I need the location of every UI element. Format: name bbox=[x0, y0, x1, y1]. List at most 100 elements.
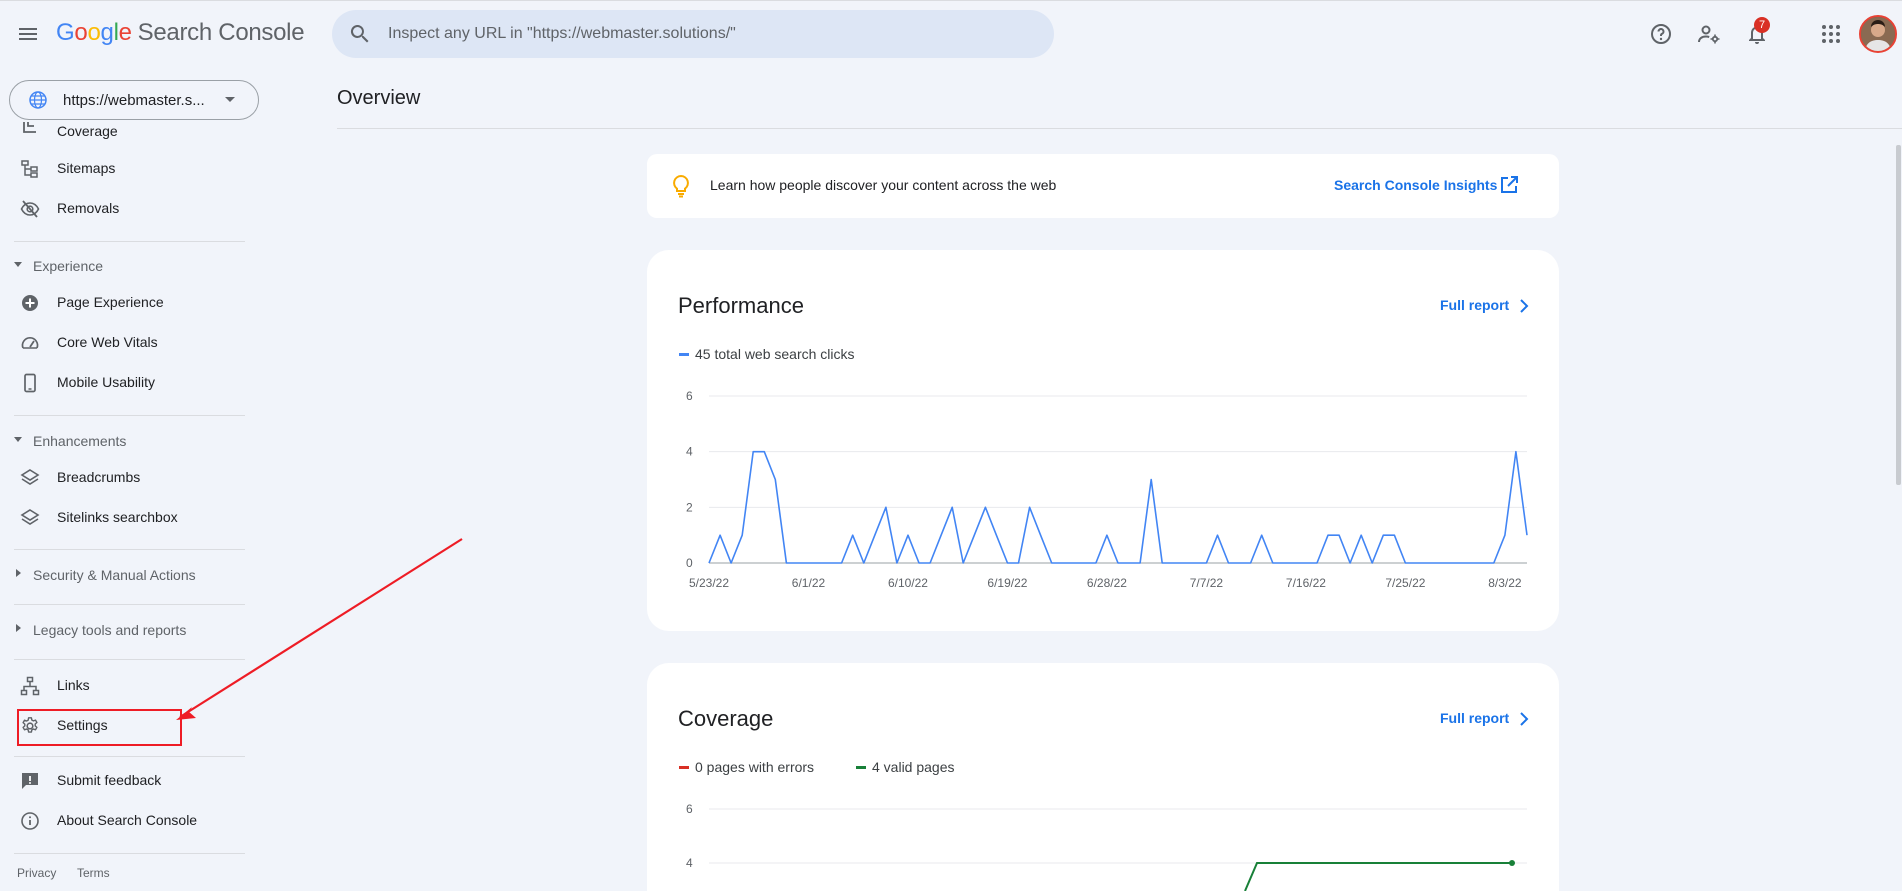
sidebar-item-mobile-usability[interactable]: Mobile Usability bbox=[0, 365, 245, 401]
sidebar-divider bbox=[14, 604, 245, 605]
logo-letter: o bbox=[87, 19, 101, 46]
section-security-manual-actions[interactable]: Security & Manual Actions bbox=[0, 560, 245, 590]
removals-icon bbox=[20, 200, 40, 218]
layers-icon bbox=[20, 509, 40, 525]
x-tick-label: 6/1/22 bbox=[792, 576, 826, 590]
lightbulb-icon bbox=[673, 174, 689, 198]
sidebar-item-label: Removals bbox=[57, 200, 120, 216]
y-tick-label: 2 bbox=[686, 500, 693, 514]
google-wordmark: Google bbox=[56, 19, 132, 46]
section-label: Security & Manual Actions bbox=[33, 567, 196, 583]
url-inspection-input[interactable] bbox=[388, 10, 1028, 58]
collapse-caret-icon bbox=[14, 437, 22, 442]
sidebar-divider bbox=[14, 659, 245, 660]
insights-banner: Learn how people discover your content a… bbox=[647, 154, 1559, 218]
collapse-caret-icon bbox=[14, 262, 22, 267]
section-label: Experience bbox=[33, 258, 104, 274]
sidebar-item-submit-feedback[interactable]: Submit feedback bbox=[0, 763, 245, 799]
url-inspection-search[interactable] bbox=[332, 10, 1054, 58]
x-tick-label: 6/10/22 bbox=[888, 576, 928, 590]
page-scrollbar[interactable] bbox=[1896, 145, 1901, 485]
sidebar-item-page-experience[interactable]: Page Experience bbox=[0, 285, 245, 321]
sidebar-item-label: Submit feedback bbox=[57, 772, 162, 788]
sidebar-item-label: Core Web Vitals bbox=[57, 334, 158, 350]
x-tick-label: 7/7/22 bbox=[1190, 576, 1224, 590]
mobile-icon bbox=[24, 373, 36, 393]
account-avatar[interactable] bbox=[1859, 15, 1897, 53]
sidebar-item-label: Coverage bbox=[57, 123, 118, 139]
section-enhancements[interactable]: Enhancements bbox=[0, 426, 245, 456]
performance-chart: 0 2 4 6 5/23/22 6/1/22 6/10/22 6/19/22 6/28/22 7/… bbox=[686, 389, 1528, 590]
expand-caret-icon bbox=[16, 624, 21, 632]
valid-pages-series-line bbox=[1244, 862, 1512, 891]
sidebar-item-label: Breadcrumbs bbox=[57, 469, 141, 485]
sidebar-divider bbox=[14, 853, 245, 854]
x-tick-label: 6/28/22 bbox=[1087, 576, 1127, 590]
logo-letter: o bbox=[74, 19, 88, 46]
insights-message: Learn how people discover your content a… bbox=[710, 177, 1057, 193]
sidebar-divider bbox=[14, 415, 245, 416]
section-label: Enhancements bbox=[33, 433, 127, 449]
logo-letter: G bbox=[56, 19, 75, 46]
x-tick-label: 7/25/22 bbox=[1385, 576, 1425, 590]
sidebar-item-breadcrumbs[interactable]: Breadcrumbs bbox=[0, 460, 245, 496]
sidebar-item-links[interactable]: Links bbox=[0, 668, 245, 704]
sidebar-divider bbox=[14, 241, 245, 242]
sidebar-divider bbox=[14, 756, 245, 757]
search-console-insights-link[interactable]: Search Console Insights bbox=[1334, 177, 1497, 193]
sidebar-item-coverage[interactable]: Coverage bbox=[0, 122, 245, 142]
property-selector[interactable]: https://webmaster.s... bbox=[9, 80, 259, 120]
feedback-icon bbox=[22, 773, 38, 789]
search-console-logo[interactable]: Google Search Console bbox=[56, 19, 305, 47]
logo-letter: g bbox=[100, 19, 114, 46]
notifications-count-badge: 7 bbox=[1754, 17, 1770, 33]
performance-card: Performance Full report 45 total web sea… bbox=[647, 250, 1559, 631]
coverage-card: Coverage Full report 0 pages with errors… bbox=[647, 663, 1559, 891]
section-label: Legacy tools and reports bbox=[33, 622, 187, 638]
x-tick-label: 7/16/22 bbox=[1286, 576, 1326, 590]
sidebar-item-label: Page Experience bbox=[57, 294, 164, 310]
sidebar-divider bbox=[14, 549, 245, 550]
x-tick-label: 5/23/22 bbox=[689, 576, 729, 590]
sidebar-item-label: Links bbox=[57, 677, 90, 693]
sitemaps-icon bbox=[21, 160, 38, 178]
menu-icon[interactable] bbox=[16, 22, 40, 46]
privacy-link[interactable]: Privacy bbox=[17, 866, 56, 880]
links-icon bbox=[20, 676, 40, 696]
y-tick-label: 6 bbox=[686, 389, 693, 403]
coverage-icon bbox=[23, 122, 36, 133]
sidebar-item-label: Sitelinks searchbox bbox=[57, 509, 178, 525]
page-experience-icon bbox=[22, 295, 38, 311]
y-tick-label: 4 bbox=[686, 856, 693, 870]
logo-letter: e bbox=[118, 19, 132, 46]
sidebar-item-about[interactable]: About Search Console bbox=[0, 803, 245, 839]
apps-icon[interactable] bbox=[1819, 22, 1843, 46]
property-name: https://webmaster.s... bbox=[63, 92, 205, 109]
section-experience[interactable]: Experience bbox=[0, 251, 245, 281]
globe-icon bbox=[29, 91, 47, 109]
sidebar-item-label: Sitemaps bbox=[57, 160, 116, 176]
dropdown-caret-icon bbox=[225, 97, 235, 102]
top-app-bar: GoogleSearch Console 7 bbox=[0, 0, 1902, 66]
section-legacy-tools[interactable]: Legacy tools and reports bbox=[0, 615, 245, 645]
external-link-icon[interactable] bbox=[1500, 176, 1518, 194]
help-icon[interactable] bbox=[1649, 22, 1673, 46]
header-divider bbox=[337, 128, 1902, 129]
sidebar-item-label: About Search Console bbox=[57, 812, 198, 828]
manage-users-icon[interactable] bbox=[1697, 22, 1721, 46]
y-tick-label: 4 bbox=[686, 445, 693, 459]
annotation-highlight-box bbox=[17, 709, 182, 746]
valid-pages-point bbox=[1509, 860, 1515, 866]
sidebar-item-sitelinks-searchbox[interactable]: Sitelinks searchbox bbox=[0, 500, 245, 536]
layers-icon bbox=[20, 469, 40, 485]
sidebar-item-removals[interactable]: Removals bbox=[0, 191, 245, 227]
expand-caret-icon bbox=[16, 569, 21, 577]
sidebar-item-core-web-vitals[interactable]: Core Web Vitals bbox=[0, 325, 245, 361]
sidebar-item-sitemaps[interactable]: Sitemaps bbox=[0, 151, 245, 187]
terms-link[interactable]: Terms bbox=[77, 866, 110, 880]
search-icon[interactable] bbox=[348, 22, 372, 46]
y-tick-label: 6 bbox=[686, 802, 693, 816]
x-tick-label: 8/3/22 bbox=[1488, 576, 1522, 590]
x-tick-label: 6/19/22 bbox=[987, 576, 1027, 590]
avatar-photo bbox=[1861, 17, 1895, 51]
